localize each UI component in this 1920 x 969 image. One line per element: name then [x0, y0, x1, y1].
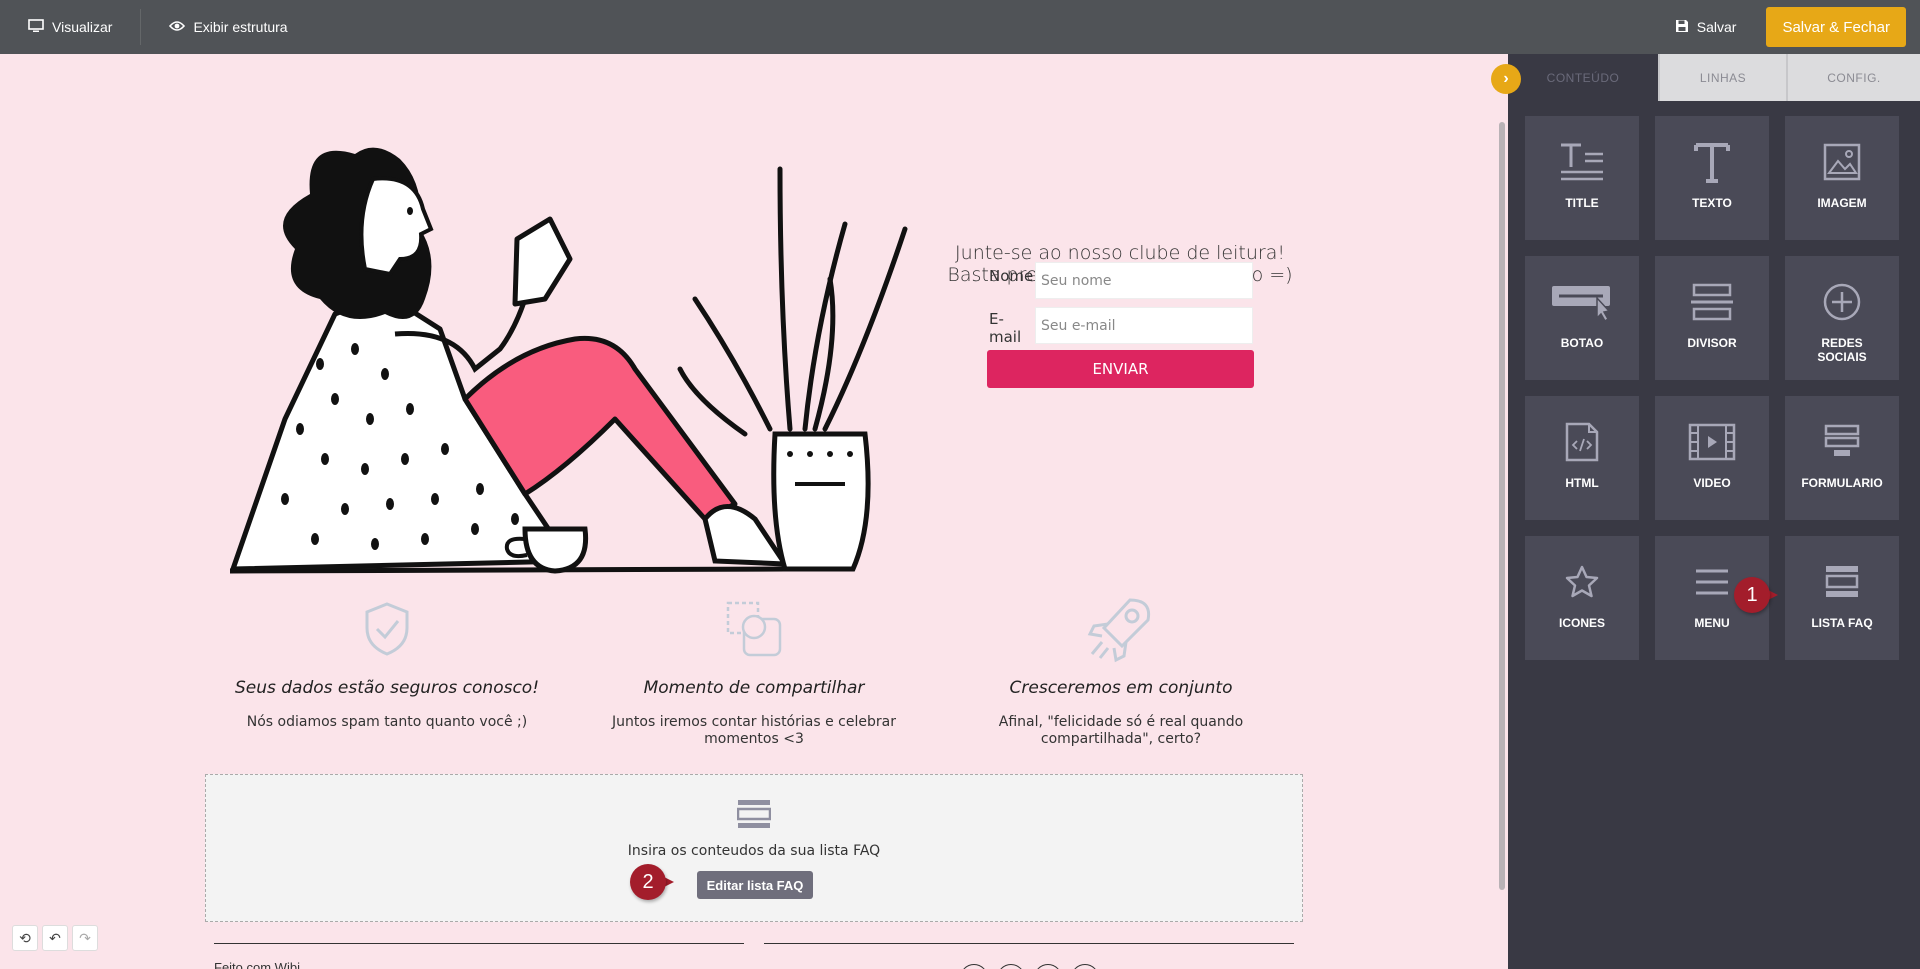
shield-check-icon: [217, 594, 557, 664]
tile-label: FORMULARIO: [1801, 476, 1883, 490]
tile-button[interactable]: BOTAO: [1525, 256, 1639, 380]
redo-icon: ↷: [79, 929, 91, 946]
canvas-scrollbar[interactable]: [1499, 122, 1505, 890]
tile-icons[interactable]: ICONES: [1525, 536, 1639, 660]
tile-label: LISTA FAQ: [1811, 616, 1873, 630]
image-icon: [1823, 138, 1861, 186]
name-label: Nome: [989, 267, 1034, 285]
faq-placeholder-block[interactable]: Insira os conteudos da sua lista FAQ Edi…: [205, 774, 1303, 922]
feature-growth: Cresceremos em conjunto Afinal, "felicid…: [951, 594, 1291, 748]
tile-video[interactable]: VIDEO: [1655, 396, 1769, 520]
floppy-disk-icon: [1675, 19, 1689, 36]
feature-title: Cresceremos em conjunto: [1009, 678, 1233, 698]
tile-label: BOTAO: [1560, 336, 1604, 350]
footer-divider-right: [764, 943, 1294, 944]
tile-label: IMAGEM: [1817, 196, 1867, 210]
feature-description: Juntos iremos contar histórias e celebra…: [612, 714, 896, 747]
badge-number: 2: [630, 864, 666, 900]
title-icon: [1559, 138, 1605, 186]
faq-placeholder-text: Insira os conteudos da sua lista FAQ: [627, 843, 881, 859]
social-circle-icon[interactable]: [1034, 964, 1062, 969]
form-icon: [1822, 418, 1862, 466]
rocket-icon: [951, 594, 1291, 664]
undo-button[interactable]: ↶: [42, 925, 68, 951]
feature-security: Seus dados estão seguros conosco! Nós od…: [217, 594, 557, 731]
email-row: E-mail Seu e-mail: [989, 305, 1253, 346]
save-button[interactable]: Salvar: [1665, 0, 1747, 54]
tile-divider[interactable]: DIVISOR: [1655, 256, 1769, 380]
name-row: Nome Seu nome: [989, 262, 1253, 299]
text-icon: [1692, 138, 1732, 186]
tile-label: TEXTO: [1692, 196, 1732, 210]
panel-tabs: CONTEÚDO LINHAS CONFIG.: [1508, 54, 1920, 101]
submit-button[interactable]: ENVIAR: [987, 350, 1254, 388]
feature-description: Nós odiamos spam tanto quanto você ;): [246, 714, 528, 730]
history-button[interactable]: ⟲: [12, 925, 38, 951]
divider-icon: [1690, 278, 1734, 326]
email-input[interactable]: Seu e-mail: [1035, 307, 1253, 344]
tile-faq-list[interactable]: LISTA FAQ: [1785, 536, 1899, 660]
tile-label: MENU: [1694, 616, 1730, 630]
annotation-badge-2: 2: [630, 864, 676, 900]
monitor-icon: [28, 18, 44, 36]
eye-icon: [169, 19, 186, 35]
editor-canvas: Junte-se ao nosso clube de leitura! Bast…: [0, 54, 1508, 969]
footer-text: Feito com Wibi: [214, 960, 300, 969]
tile-text[interactable]: TEXTO: [1655, 116, 1769, 240]
feature-title: Seus dados estão seguros conosco!: [234, 678, 540, 698]
name-input[interactable]: Seu nome: [1035, 262, 1253, 299]
tile-html[interactable]: HTML: [1525, 396, 1639, 520]
video-icon: [1688, 418, 1736, 466]
feature-title: Momento de compartilhar: [643, 678, 865, 698]
history-icon: ⟲: [19, 929, 31, 946]
button-icon: [1551, 278, 1613, 326]
tile-image[interactable]: IMAGEM: [1785, 116, 1899, 240]
tab-rows[interactable]: LINHAS: [1658, 54, 1786, 101]
content-panel: CONTEÚDO LINHAS CONFIG. TITLE TEXTO IMAG…: [1508, 54, 1920, 969]
social-plus-icon: [1822, 278, 1862, 326]
feature-sharing: Momento de compartilhar Juntos iremos co…: [584, 594, 924, 748]
html-file-icon: [1565, 418, 1599, 466]
tile-label: REDES SOCIAIS: [1817, 336, 1867, 364]
email-label: E-mail: [989, 310, 1022, 346]
hero-line-1: Junte-se ao nosso clube de leitura!: [955, 242, 1285, 264]
history-controls: ⟲ ↶ ↷: [12, 925, 98, 951]
undo-icon: ↶: [49, 929, 61, 946]
star-icon: [1564, 558, 1600, 606]
social-circle-icon[interactable]: [1071, 964, 1099, 969]
tile-label: ICONES: [1558, 616, 1605, 630]
badge-number: 1: [1734, 577, 1770, 613]
save-label: Salvar: [1696, 19, 1737, 35]
tile-social[interactable]: REDES SOCIAIS: [1785, 256, 1899, 380]
top-toolbar: Visualizar Exibir estrutura Salvar Salva…: [0, 0, 1920, 54]
social-circle-icon[interactable]: [960, 964, 988, 969]
chevron-right-icon: ›: [1503, 70, 1509, 87]
panel-collapse-toggle[interactable]: ›: [1491, 64, 1521, 94]
edit-faq-button[interactable]: Editar lista FAQ: [697, 871, 813, 899]
show-structure-label: Exibir estrutura: [193, 19, 288, 35]
save-and-close-button[interactable]: Salvar & Fechar: [1766, 7, 1906, 47]
preview-button[interactable]: Visualizar: [0, 0, 140, 54]
reading-woman-illustration: [229, 147, 908, 574]
footer-divider-left: [214, 943, 744, 944]
tile-label: TITLE: [1565, 196, 1599, 210]
tile-title[interactable]: TITLE: [1525, 116, 1639, 240]
tab-config[interactable]: CONFIG.: [1786, 54, 1920, 101]
share-shapes-icon: [584, 594, 924, 664]
menu-icon: [1694, 558, 1730, 606]
tile-label: VIDEO: [1693, 476, 1731, 490]
show-structure-button[interactable]: Exibir estrutura: [141, 0, 315, 54]
preview-label: Visualizar: [52, 19, 113, 35]
redo-button[interactable]: ↷: [72, 925, 98, 951]
annotation-badge-1: 1: [1734, 577, 1780, 613]
faq-list-icon: [1825, 558, 1859, 606]
tile-label: DIVISOR: [1687, 336, 1737, 350]
feature-description: Afinal, "felicidade só é real quando com…: [998, 714, 1244, 747]
social-circle-icon[interactable]: [997, 964, 1025, 969]
tile-label: HTML: [1565, 476, 1599, 490]
tab-content[interactable]: CONTEÚDO: [1508, 54, 1658, 101]
tile-form[interactable]: FORMULARIO: [1785, 396, 1899, 520]
faq-list-icon: [736, 799, 772, 834]
